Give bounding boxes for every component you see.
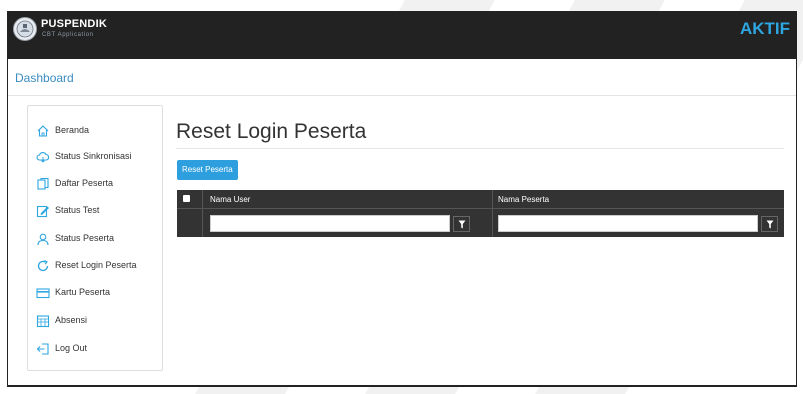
sidebar-item-status-test[interactable]: Status Test [36, 202, 160, 222]
grid-header-row: Nama User Nama Peserta [177, 190, 784, 208]
puspendik-logo-icon [13, 17, 37, 41]
sidebar-menu: Beranda Status Sinkronisasi Daftar Peser… [27, 105, 163, 371]
sidebar-item-absensi[interactable]: Absensi [36, 312, 160, 332]
page-title: Reset Login Peserta [176, 120, 367, 143]
column-header-nama-user[interactable]: Nama User [210, 195, 250, 204]
logout-icon [36, 343, 49, 355]
sidebar-item-label: Reset Login Peserta [55, 260, 137, 270]
card-icon [36, 288, 50, 299]
cloud-sync-icon [36, 151, 50, 163]
reset-peserta-button[interactable]: Reset Peserta [177, 160, 238, 180]
sidebar-item-label: Beranda [55, 125, 90, 135]
sidebar-item-label: Absensi [55, 315, 88, 325]
row-divider [177, 208, 784, 209]
app-window: PUSPENDIK CBT Application AKTIF Dashboar… [7, 11, 797, 387]
column-header-nama-peserta[interactable]: Nama Peserta [498, 195, 549, 204]
sidebar-item-label: Status Test [55, 205, 100, 215]
sidebar-item-label: Log Out [55, 343, 88, 353]
sidebar-item-status-peserta[interactable]: Status Peserta [36, 230, 160, 250]
refresh-icon [37, 260, 49, 272]
sidebar-item-status-sinkronisasi[interactable]: Status Sinkronisasi [36, 148, 160, 168]
sidebar-item-reset-login-peserta[interactable]: Reset Login Peserta [36, 257, 160, 277]
sidebar-item-label: Status Sinkronisasi [55, 151, 132, 161]
home-icon [37, 125, 49, 137]
filter-nama-user-button[interactable] [453, 216, 470, 232]
filter-icon [458, 220, 466, 229]
status-label: AKTIF [739, 19, 790, 38]
sidebar-item-label: Kartu Peserta [55, 287, 111, 297]
peserta-grid: Nama User Nama Peserta [177, 190, 784, 237]
filter-nama-peserta-button[interactable] [761, 216, 778, 232]
column-divider [492, 190, 493, 237]
brand-subtitle: CBT Application [42, 32, 94, 38]
sidebar-item-daftar-peserta[interactable]: Daftar Peserta [36, 175, 160, 195]
sidebar-item-label: Daftar Peserta [55, 178, 114, 188]
top-navbar: PUSPENDIK CBT Application AKTIF [7, 11, 797, 51]
brand-title: PUSPENDIK [41, 18, 107, 30]
sidebar-item-beranda[interactable]: Beranda [36, 122, 160, 142]
sidebar-item-log-out[interactable]: Log Out [36, 340, 160, 360]
filter-icon [766, 220, 774, 229]
sidebar-item-kartu-peserta[interactable]: Kartu Peserta [36, 284, 160, 304]
breadcrumb-dashboard[interactable]: Dashboard [15, 71, 74, 85]
column-divider [202, 190, 203, 237]
copy-icon [37, 177, 49, 190]
calendar-icon [36, 315, 50, 328]
sidebar-item-label: Status Peserta [55, 233, 115, 243]
breadcrumb-bar: Dashboard [8, 59, 796, 96]
title-divider [176, 148, 784, 149]
filter-nama-peserta-input[interactable] [498, 215, 758, 232]
edit-icon [36, 205, 49, 218]
content-area: Dashboard Beranda Status Sinkronisasi Da… [8, 59, 796, 385]
filter-nama-user-input[interactable] [210, 215, 450, 232]
select-all-checkbox[interactable] [183, 195, 190, 202]
user-icon [37, 233, 49, 246]
